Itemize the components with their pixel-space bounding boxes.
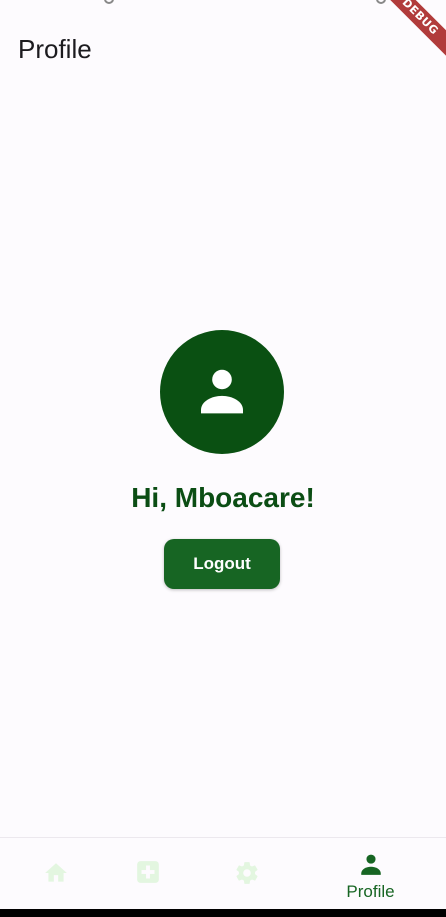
status-icon [376,0,386,4]
system-navigation-bar [0,909,446,917]
person-icon [201,369,243,414]
bottom-navigation: Profile [0,837,446,910]
logout-button[interactable]: Logout [164,539,280,589]
profile-screen: DEBUG Profile Hi, Mboacare! Logout Profi… [0,0,446,917]
page-title: Profile [18,34,92,64]
nav-item-medical[interactable] [92,838,203,910]
nav-item-settings[interactable] [191,838,302,910]
nav-label-profile: Profile [346,882,395,901]
settings-icon [235,862,258,884]
nav-item-profile[interactable]: Profile [315,838,426,910]
home-icon [44,863,67,882]
status-icon [104,0,114,4]
app-bar: Profile [0,20,446,76]
person-icon [360,854,381,875]
status-bar [0,0,446,8]
greeting-text: Hi, Mboacare! [131,482,315,513]
avatar [160,330,284,454]
medical-add-icon [136,861,159,883]
